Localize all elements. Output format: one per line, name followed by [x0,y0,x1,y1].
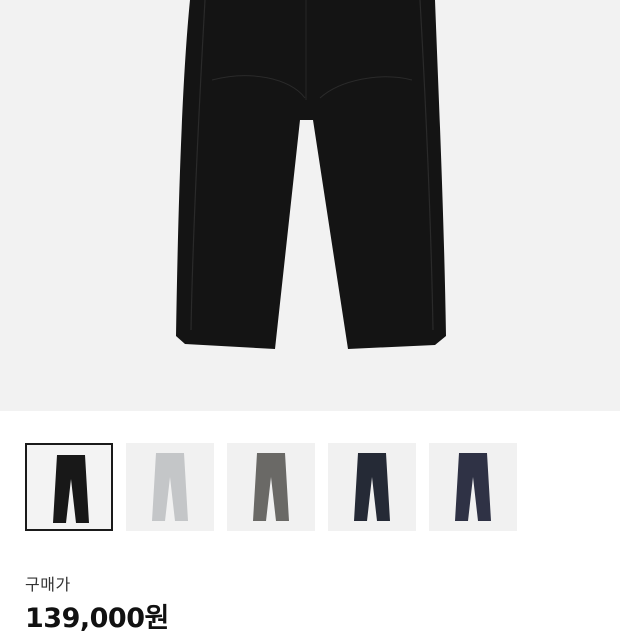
price-label: 구매가 [25,575,71,594]
thumbnail-black[interactable] [25,443,113,531]
thumbnail-dark-navy[interactable] [429,443,517,531]
price-value: 139,000원 [25,603,169,634]
thumbnail-navy[interactable] [328,443,416,531]
color-thumbnail-list [25,443,620,531]
pants-image [176,0,446,349]
pants-thumbnail-icon [53,455,89,523]
pants-thumbnail-icon [455,453,491,521]
product-main-image [0,0,620,411]
pants-thumbnail-icon [354,453,390,521]
pants-thumbnail-icon [253,453,289,521]
pants-thumbnail-icon [152,453,188,521]
thumbnail-light-gray[interactable] [126,443,214,531]
thumbnail-charcoal-gray[interactable] [227,443,315,531]
